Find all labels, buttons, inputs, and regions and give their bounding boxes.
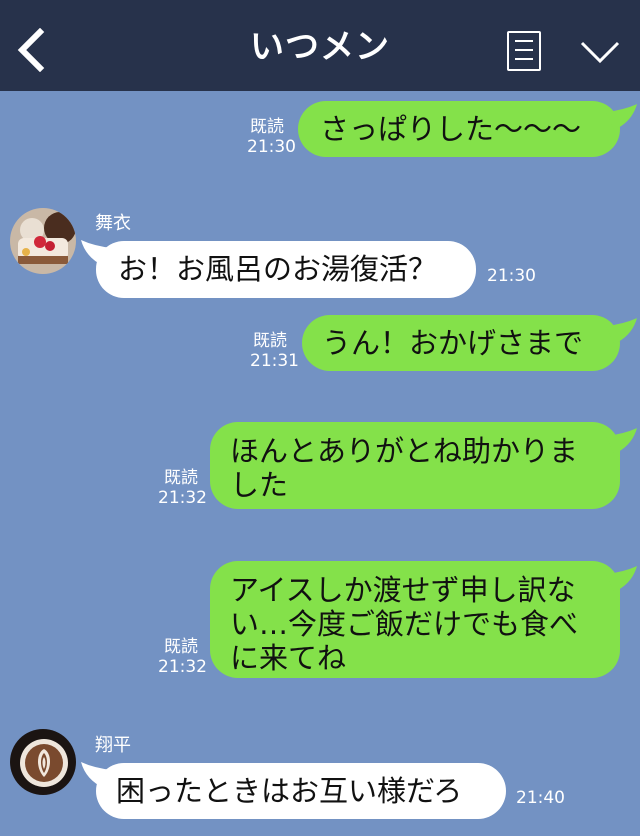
bubble-tail <box>606 428 637 454</box>
their-message-bubble[interactable]: 困ったときはお互い様だろ <box>96 763 506 819</box>
latte-art-photo-icon <box>10 729 76 795</box>
avatar-shohei[interactable] <box>10 729 76 795</box>
chat-header: いつメン <box>0 0 640 91</box>
bubble-tail <box>606 104 637 130</box>
chevron-down-icon[interactable] <box>579 38 621 66</box>
my-message-bubble[interactable]: さっぱりした〜〜〜 <box>298 101 620 157</box>
read-receipt: 既読 21:32 <box>158 468 207 508</box>
read-receipt: 既読 21:32 <box>158 637 207 677</box>
message-time: 21:40 <box>516 788 565 808</box>
sender-name: 舞衣 <box>95 213 131 234</box>
their-message-bubble[interactable]: お！お風呂のお湯復活？ <box>96 241 476 298</box>
chat-title: いつメン <box>250 27 390 67</box>
sender-name: 翔平 <box>95 735 131 756</box>
my-message-bubble[interactable]: ほんとありがとね助かりま した <box>210 422 620 509</box>
my-message-bubble[interactable]: アイスしか渡せず申し訳な い…今度ご飯だけでも食べ に来てね <box>210 561 620 678</box>
read-receipt: 既読 21:30 <box>247 117 296 157</box>
bubble-tail <box>606 566 637 592</box>
read-receipt: 既読 21:31 <box>250 331 299 371</box>
message-time: 21:30 <box>487 266 536 286</box>
bubble-tail <box>606 318 637 344</box>
menu-list-icon[interactable] <box>507 31 541 71</box>
cake-photo-icon <box>10 208 76 274</box>
my-message-bubble[interactable]: うん！おかげさまで <box>302 315 620 371</box>
avatar-mai[interactable] <box>10 208 76 274</box>
